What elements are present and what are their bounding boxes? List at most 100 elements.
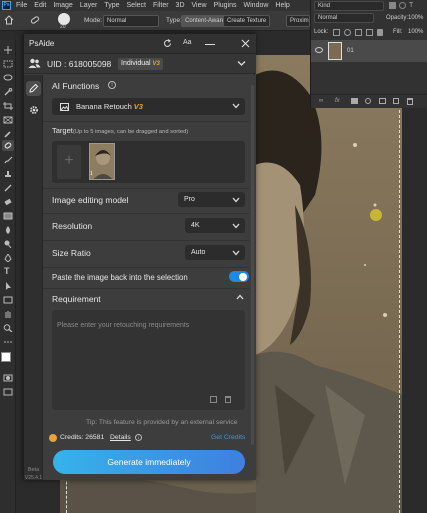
new-group-icon[interactable]	[379, 98, 386, 104]
move-tool-icon[interactable]	[3, 46, 13, 54]
type-create-texture[interactable]: Create Texture	[223, 15, 271, 27]
menu-3d[interactable]: 3D	[176, 2, 185, 9]
account-chevron-icon[interactable]	[237, 60, 246, 67]
plugin-sidebar: Beta V25.4.1	[24, 75, 43, 481]
add-mask-icon[interactable]	[351, 98, 358, 104]
menu-select[interactable]: Select	[127, 2, 146, 9]
clear-trash-icon[interactable]	[225, 396, 231, 403]
lock-all-icon[interactable]	[377, 29, 383, 36]
close-icon[interactable]	[241, 39, 250, 48]
size-ratio-select[interactable]: Auto	[185, 245, 245, 260]
font-size-icon[interactable]: Aa	[183, 39, 192, 46]
zoom-tool-icon[interactable]	[3, 324, 13, 332]
eraser-tool-icon[interactable]	[3, 198, 13, 206]
filter-adjustment-icon[interactable]	[399, 2, 406, 9]
lasso-tool-icon[interactable]	[3, 74, 13, 82]
crop-tool-icon[interactable]	[3, 102, 13, 110]
path-select-tool-icon[interactable]	[3, 282, 13, 290]
visibility-eye-icon[interactable]	[315, 47, 323, 53]
mode-select[interactable]: Normal	[103, 15, 159, 27]
gradient-tool-icon[interactable]	[3, 212, 13, 220]
layer-name[interactable]: 01	[347, 48, 354, 54]
opacity-value[interactable]: 100%	[408, 15, 423, 21]
blend-mode-select[interactable]: Normal	[314, 13, 374, 23]
lock-pixels-icon[interactable]	[333, 29, 340, 36]
filter-type-icon[interactable]: T	[409, 2, 413, 9]
clone-stamp-tool-icon[interactable]	[3, 170, 13, 178]
divider	[43, 288, 249, 289]
healing-brush-tool-icon[interactable]	[29, 15, 41, 25]
plugin-title: PsAide	[29, 39, 55, 48]
generate-button[interactable]: Generate immediately	[53, 450, 245, 474]
collapse-chevron-icon[interactable]	[236, 294, 244, 300]
menu-window[interactable]: Window	[244, 2, 269, 9]
upload-image-icon[interactable]	[210, 396, 217, 403]
frame-tool-icon[interactable]	[3, 116, 13, 124]
eyedropper-tool-icon[interactable]	[3, 130, 13, 138]
document-photo[interactable]	[255, 55, 402, 513]
info-icon[interactable]: i	[108, 81, 116, 89]
size-ratio-label: Size Ratio	[52, 248, 91, 258]
layer-row[interactable]: 01	[311, 40, 427, 62]
divider	[43, 188, 249, 189]
menu-help[interactable]: Help	[275, 2, 289, 9]
screen-mode-icon[interactable]	[3, 388, 13, 396]
model-select[interactable]: Pro	[178, 192, 245, 207]
history-brush-tool-icon[interactable]	[3, 184, 13, 192]
quick-mask-icon[interactable]	[3, 374, 13, 382]
quick-select-tool-icon[interactable]	[3, 88, 13, 96]
type-proximity[interactable]: Proxim	[286, 15, 310, 27]
marquee-tool-icon[interactable]	[3, 60, 13, 68]
filter-pixel-icon[interactable]	[389, 2, 396, 9]
link-layers-icon[interactable]: ∞	[319, 98, 323, 104]
blur-tool-icon[interactable]	[3, 226, 13, 234]
sidebar-edit-active[interactable]	[26, 81, 41, 96]
dodge-tool-icon[interactable]	[3, 240, 13, 248]
get-credits-link[interactable]: Get Credits	[211, 434, 245, 441]
menu-plugins[interactable]: Plugins	[214, 2, 237, 9]
more-tools-icon[interactable]	[3, 338, 13, 346]
foreground-color-swatch[interactable]	[1, 352, 11, 362]
type-content-aware[interactable]: Content-Aware	[181, 15, 229, 27]
menu-layer[interactable]: Layer	[80, 2, 98, 9]
lock-position-icon[interactable]	[355, 29, 362, 36]
users-icon	[28, 58, 41, 69]
refresh-icon[interactable]	[163, 39, 172, 48]
menu-edit[interactable]: Edit	[34, 2, 46, 9]
model-label: Image editing model	[52, 195, 129, 205]
resolution-select[interactable]: 4K	[185, 218, 245, 233]
plugin-scrollbar[interactable]	[251, 85, 254, 445]
divider	[43, 213, 249, 214]
add-image-plus-icon[interactable]: +	[57, 145, 81, 179]
lock-paint-icon[interactable]	[344, 29, 351, 36]
spot-healing-tool-active[interactable]	[2, 140, 14, 151]
credits-info-icon[interactable]: i	[135, 434, 142, 441]
pen-tool-icon[interactable]	[3, 254, 13, 262]
menu-image[interactable]: Image	[53, 2, 72, 9]
details-link[interactable]: Details	[110, 434, 131, 441]
fill-value[interactable]: 100%	[408, 29, 423, 35]
home-icon[interactable]	[4, 15, 14, 25]
paste-back-toggle[interactable]	[229, 271, 249, 282]
layers-panel: Kind T Normal Opacity: 100% Lock: Fill: …	[310, 0, 427, 108]
minimize-icon[interactable]	[205, 44, 215, 45]
settings-gear-icon[interactable]	[29, 105, 39, 115]
menu-filter[interactable]: Filter	[153, 2, 169, 9]
type-tool-icon[interactable]: T	[4, 266, 10, 276]
layer-filter-select[interactable]: Kind	[314, 1, 384, 11]
new-layer-icon[interactable]	[393, 98, 399, 104]
delete-layer-icon[interactable]	[407, 98, 413, 105]
function-select[interactable]: Banana Retouch V3	[52, 98, 245, 115]
menu-type[interactable]: Type	[104, 2, 119, 9]
requirement-textarea[interactable]: Please enter your retouching requirement…	[52, 310, 245, 410]
hand-tool-icon[interactable]	[3, 310, 13, 318]
layer-style-icon[interactable]: fx	[335, 98, 340, 104]
target-image-area[interactable]: + 1	[52, 141, 245, 183]
adjustment-layer-icon[interactable]	[365, 98, 371, 104]
rectangle-tool-icon[interactable]	[3, 296, 13, 304]
menu-file[interactable]: File	[16, 2, 27, 9]
brush-tool-icon[interactable]	[3, 156, 13, 164]
account-type-badge[interactable]: Individual V3	[118, 58, 163, 70]
menu-view[interactable]: View	[192, 2, 207, 9]
lock-artboard-icon[interactable]	[366, 29, 373, 36]
